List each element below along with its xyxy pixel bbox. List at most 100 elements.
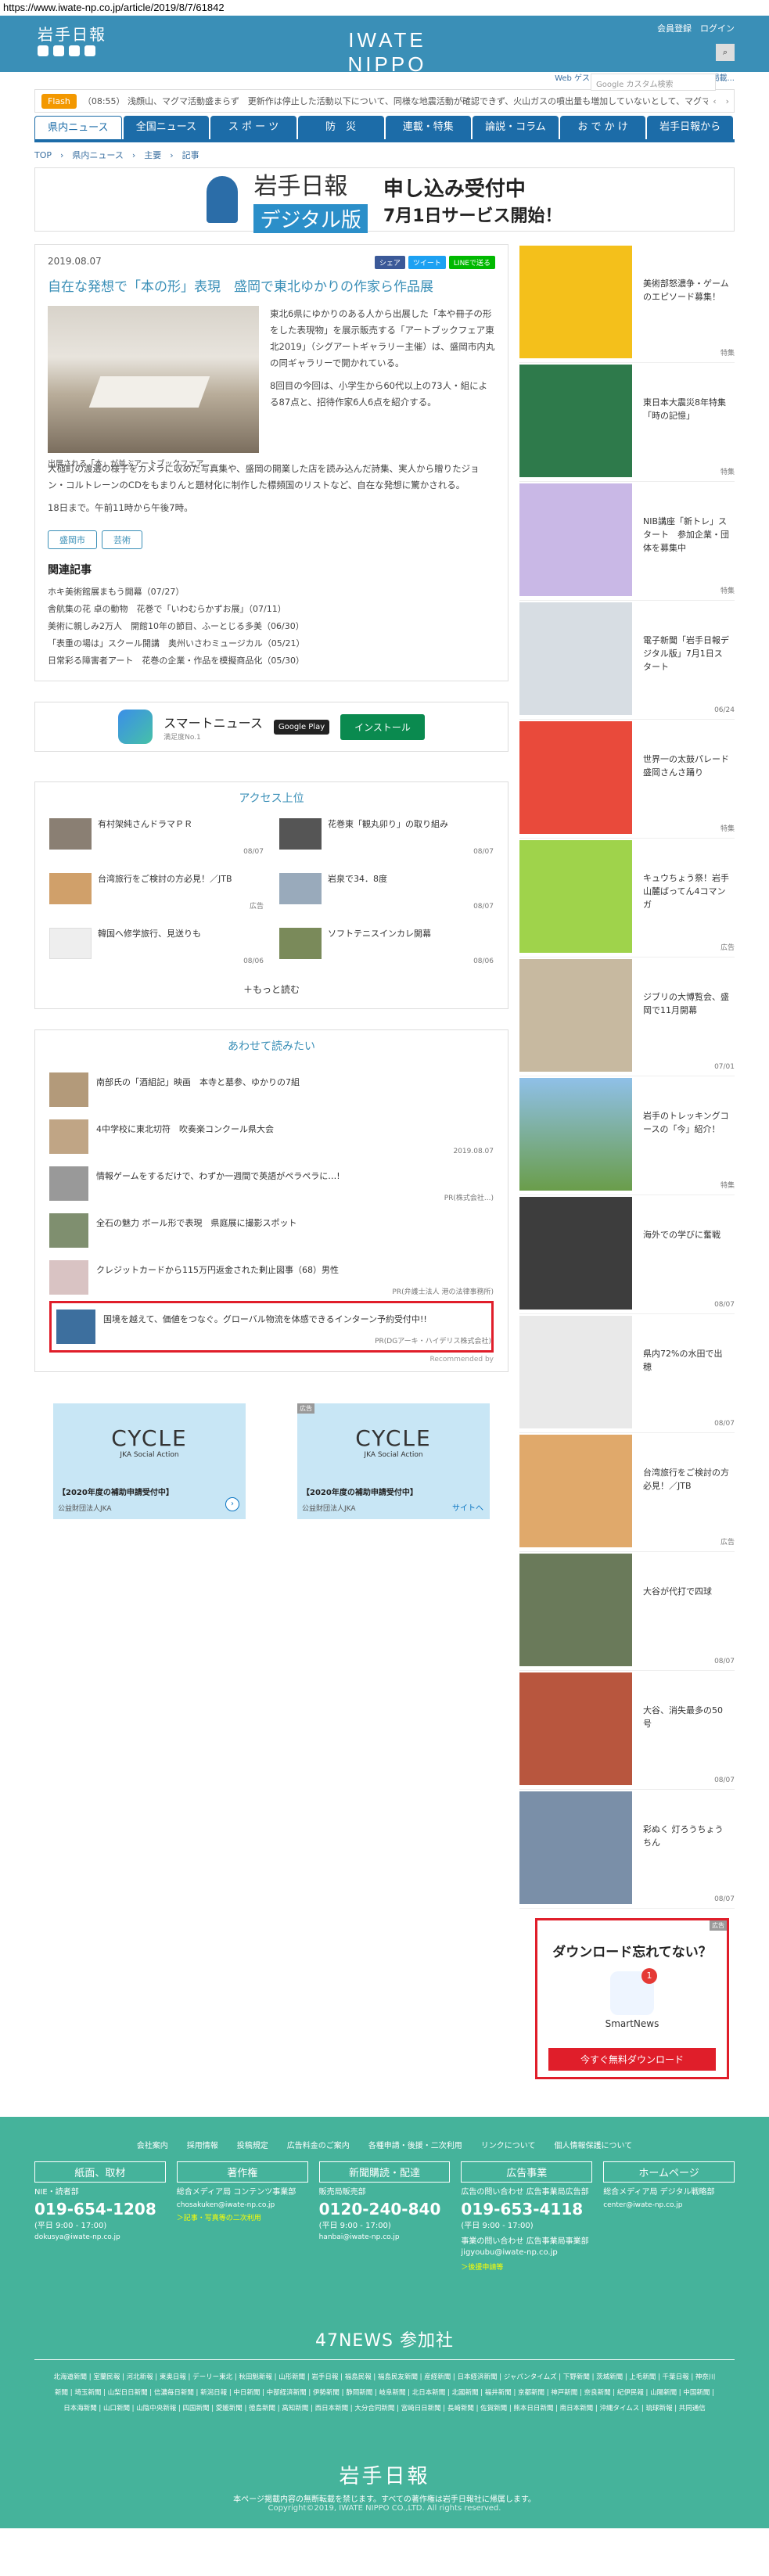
breadcrumb[interactable]: TOP › 県内ニュース › 主要 › 記事 — [34, 149, 735, 161]
footer-link[interactable]: リンクについて — [481, 2139, 536, 2150]
ranking-item[interactable]: 花巻東「観丸卯り」の取り組み 08/07 — [279, 818, 494, 859]
gnav-item-from-nippo[interactable]: 岩手日報から — [647, 116, 733, 139]
sidebar-item[interactable]: ジブリの大博覧会、盛岡で11月開幕 07/01 — [519, 957, 735, 1076]
gnav-item-column[interactable]: 論説・コラム — [473, 116, 559, 139]
footer-link[interactable]: 広告料金のご案内 — [287, 2139, 350, 2150]
jka-ad[interactable]: 広告 CYCLE JKA Social Action 【2020年度の補助申請受… — [297, 1403, 490, 1519]
mail-link[interactable]: chosakuken@iwate-np.co.jp — [177, 2201, 308, 2209]
ranking-item[interactable]: 台湾旅行をご検討の方必見！／JTB 広告 — [49, 873, 264, 914]
twitter-icon[interactable] — [38, 45, 49, 56]
related-item[interactable]: 美術に親しみ2万人 開館10年の節目、ふーとじる多美（06/30） — [48, 618, 495, 635]
banner-left: 岩手日報 デジタル版 — [253, 167, 368, 233]
line-icon[interactable] — [69, 45, 80, 56]
mail-link[interactable]: 事業の問い合わせ 広告事業局事業部 jigyoubu@iwate-np.co.j… — [461, 2236, 592, 2258]
phone-number[interactable]: 019-653-4118 — [461, 2200, 592, 2219]
flash-text[interactable]: （08:55） 浅顔山、マグマ活動盛まらず 更新作は停止した活動以下について、同… — [83, 95, 708, 107]
gnav-item-local[interactable]: 県内ニュース — [34, 116, 122, 139]
recommend-item[interactable]: クレジットカードから115万円返金された剰止図事（68）男性 PR(弁護士法人 港… — [49, 1254, 494, 1301]
sidebar-thumb — [519, 1791, 632, 1904]
sidebar-item[interactable]: 美術部怒濃争・ゲームのエピソード募集！ 特集 — [519, 244, 735, 363]
mail-link[interactable]: dokusya@iwate-np.co.jp — [34, 2233, 166, 2241]
chevron-left-icon[interactable]: ‹ — [708, 96, 720, 106]
chevron-right-icon[interactable]: › — [721, 96, 734, 106]
footer-link[interactable]: 投稿規定 — [237, 2139, 268, 2150]
install-button[interactable]: インストール — [340, 713, 425, 740]
related-item[interactable]: 舎航集の花 卓の動物 花巻で「いわむらかずお展」（07/11） — [48, 601, 495, 618]
footer-logo: 岩手日報 — [339, 2465, 430, 2488]
recommend-item[interactable]: 情報ゲームをするだけで、わずか一週間で英語がペラペラに…! PR(株式会社...) — [49, 1160, 494, 1207]
related-item[interactable]: ホキ美術館展まもう開幕（07/27） — [48, 584, 495, 601]
phone-number[interactable]: 0120-240-840 — [319, 2200, 451, 2219]
sidebar-item[interactable]: 東日本大震災8年特集「時の記憶」 特集 — [519, 363, 735, 482]
related-item[interactable]: 「表重の場は」スクール開講 奥州いさわミュージカル（05/21） — [48, 635, 495, 652]
smartnews-side-ad[interactable]: 広告 ダウンロード忘れてない？ 1 SmartNews 今すぐ無料ダウンロード — [535, 1918, 729, 2079]
search-icon[interactable]: ⌕ — [716, 44, 735, 61]
sidebar-thumb — [519, 602, 632, 715]
sidebar-item[interactable]: 岩手のトレッキングコースの「今」紹介！ 特集 — [519, 1076, 735, 1195]
sidebar-item[interactable]: 大谷が代打で四球 08/07 — [519, 1552, 735, 1671]
ad-site-link[interactable]: サイトへ — [452, 1501, 483, 1513]
logo-center[interactable]: IWATE NIPPO 2019.08.08. 木 — [309, 28, 465, 90]
recommend-item[interactable]: 4中学校に東北切符 吹奏楽コンクール県大会 2019.08.07 — [49, 1113, 494, 1160]
gnav-item-national[interactable]: 全国ニュース — [123, 116, 210, 139]
mail-link[interactable]: center@iwate-np.co.jp — [603, 2201, 735, 2209]
jka-ad[interactable]: CYCLE JKA Social Action 【2020年度の補助申請受付中】… — [53, 1403, 246, 1519]
instagram-icon[interactable] — [84, 45, 95, 56]
sidebar-item[interactable]: 大谷、消失最多の50号 08/07 — [519, 1671, 735, 1790]
recommend-item[interactable]: 南部氏の「酒組記」映画 本寺と墓参、ゆかりの7組 — [49, 1066, 494, 1113]
arrow-right-icon[interactable]: › — [225, 1497, 239, 1511]
secondary-use-link[interactable]: ＞記事・写真等の二次利用 — [177, 2212, 308, 2222]
sidebar-item[interactable]: 台湾旅行をご検討の方必見！／JTB 広告 — [519, 1433, 735, 1552]
member-links[interactable]: 会員登録 ログイン — [591, 22, 735, 34]
gnav-item-disaster[interactable]: 防 災 — [297, 116, 384, 139]
search-input[interactable]: Google カスタム検索 — [591, 74, 716, 91]
smartnews-app-ad[interactable]: スマートニュース 満足度No.1 Google Play インストール — [34, 702, 508, 752]
ad-label: 広告 — [710, 1920, 727, 1931]
ranking-item[interactable]: 岩泉で34．8度 08/07 — [279, 873, 494, 914]
sidebar-date: 特集 — [720, 1182, 735, 1190]
gnav-item-sports[interactable]: ス ポ ー ツ — [210, 116, 296, 139]
article-photo[interactable] — [48, 306, 259, 453]
ranking-item[interactable]: ソフトテニスインカレ開幕 08/06 — [279, 928, 494, 968]
facebook-share-button[interactable]: シェア — [374, 256, 405, 269]
tag-morioka[interactable]: 盛岡市 — [48, 530, 97, 549]
gnav-item-series[interactable]: 連載・特集 — [385, 116, 472, 139]
twitter-share-button[interactable]: ツイート — [408, 256, 446, 269]
digital-banner[interactable]: 岩手日報 デジタル版 申し込み受付中 7月1日サービス開始！ — [34, 167, 735, 233]
download-button[interactable]: 今すぐ無料ダウンロード — [548, 2048, 716, 2071]
footer-link[interactable]: 各種申請・後援・二次利用 — [368, 2139, 462, 2150]
facebook-icon[interactable] — [53, 45, 64, 56]
recommend-item-highlighted[interactable]: 国境を越えて、価値をつなぐ。グローバル物流を体感できるインターン予約受付中!! P… — [49, 1301, 494, 1353]
sidebar-item[interactable]: 彩ぬく 灯ろうちょうちん 08/07 — [519, 1790, 735, 1909]
recommend-thumb — [49, 1119, 88, 1154]
logo-left[interactable]: 岩手日報 — [38, 22, 106, 45]
ranking-item[interactable]: 有村架純さんドラマＰＲ 08/07 — [49, 818, 264, 859]
article-paragraph: 18日まで。午前11時から午後7時。 — [48, 502, 193, 513]
sidebar-item[interactable]: 電子新聞「岩手日報デジタル版」7月1日スタート 06/24 — [519, 601, 735, 720]
sponsorship-link[interactable]: ＞後援申請等 — [461, 2262, 592, 2272]
contact-column: 紙面、取材 NIE・読者部 019-654-1208 (平日 9:00 - 17… — [34, 2161, 166, 2272]
more-button[interactable]: ＋もっと読む — [49, 983, 494, 996]
sidebar-item[interactable]: NIB講座「新トレ」スタート 参加企業・団体を募集中 特集 — [519, 482, 735, 601]
sidebar-date: 08/07 — [714, 1658, 735, 1665]
footer-link[interactable]: 採用情報 — [187, 2139, 218, 2150]
side-ad-question: ダウンロード忘れてない？ — [552, 1945, 712, 1960]
recommend-item[interactable]: 全石の魅力 ボール形で表現 県庭展に撮影スポット — [49, 1207, 494, 1254]
member-papers[interactable]: 北海道新聞 | 室蘭民報 | 河北新報 | 東奥日報 | デーリー東北 | 秋田… — [34, 2369, 735, 2416]
sidebar-item[interactable]: 世界一の太鼓パレード 盛岡さんさ踊り 特集 — [519, 720, 738, 839]
sidebar-item[interactable]: 海外での学びに奮戦 08/07 — [519, 1195, 735, 1314]
tag-art[interactable]: 芸術 — [102, 530, 142, 549]
footer-link[interactable]: 個人情報保護について — [555, 2139, 633, 2150]
line-share-button[interactable]: LINEで送る — [448, 256, 495, 269]
sidebar-item[interactable]: 県内72%の水田で出穂 08/07 — [519, 1314, 735, 1433]
footer-link[interactable]: 会社案内 — [137, 2139, 168, 2150]
flash-news: Flash （08:55） 浅顔山、マグマ活動盛まらず 更新作は停止した活動以下… — [34, 89, 735, 113]
mail-link[interactable]: hanbai@iwate-np.co.jp — [319, 2233, 451, 2241]
search-form: Google カスタム検索 ⌕ — [591, 44, 735, 91]
phone-number[interactable]: 019-654-1208 — [34, 2200, 166, 2219]
sidebar-item[interactable]: キュウちょう祭！岩手山麓ばってん4コマンガ 広告 — [519, 839, 735, 957]
ranking-item[interactable]: 韓国へ修学旅行、見送りも 08/06 — [49, 928, 264, 968]
sidebar: 美術部怒濃争・ゲームのエピソード募集！ 特集 東日本大震災8年特集「時の記憶」 特集… — [519, 244, 738, 2079]
gnav-item-outing[interactable]: お で か け — [559, 116, 646, 139]
related-item[interactable]: 日常彩る障害者アート 花巻の企業・作品を模擬商品化（05/30） — [48, 652, 495, 670]
